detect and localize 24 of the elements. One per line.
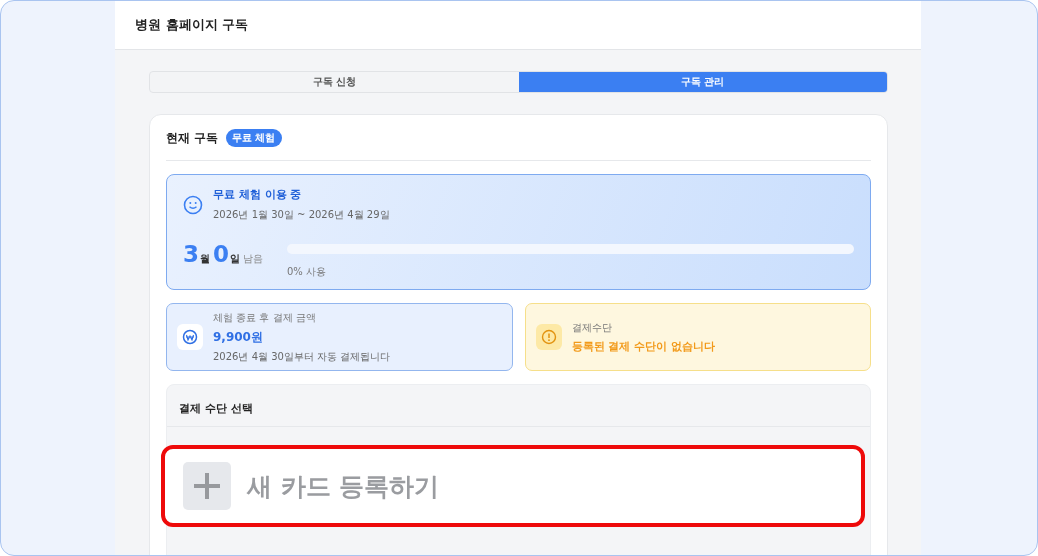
trial-period: 2026년 1월 30일 ~ 2026년 4월 29일 (213, 208, 390, 222)
add-card-button[interactable]: 새 카드 등록하기 (161, 445, 865, 527)
tab[interactable]: 구독 신청 (150, 72, 519, 92)
status-badge: 무료 체험 (226, 129, 282, 147)
section-title: 결제 수단 선택 (179, 402, 253, 415)
remaining-unit: 월 (200, 252, 210, 266)
usage-text: 0% 사용 (287, 265, 328, 279)
remaining-label: 남음 (243, 252, 264, 266)
remaining-number: 0 (213, 241, 230, 267)
warning-icon (535, 324, 562, 350)
smiley-icon (183, 194, 203, 215)
plus-icon (183, 462, 231, 510)
remaining-unit: 일 (230, 252, 241, 266)
price-amount: 9,900원 (213, 328, 264, 346)
payment-message: 등록된 결제 수단이 없습니다 (571, 338, 715, 354)
won-icon (177, 324, 203, 350)
remaining-number: 3 (183, 241, 199, 267)
price-label: 체험 종료 후 결제 금액 (213, 310, 317, 325)
price-note: 2026년 4월 30일부터 자동 결제됩니다 (213, 349, 391, 364)
trial-title: 무료 체험 이용 중 (213, 187, 303, 202)
page-title: 병원 홈페이지 구독 (135, 16, 249, 34)
section-title: 현재 구독 (166, 130, 218, 146)
tab[interactable]: 구독 관리 (518, 72, 887, 92)
payment-label: 결제수단 (571, 320, 613, 335)
